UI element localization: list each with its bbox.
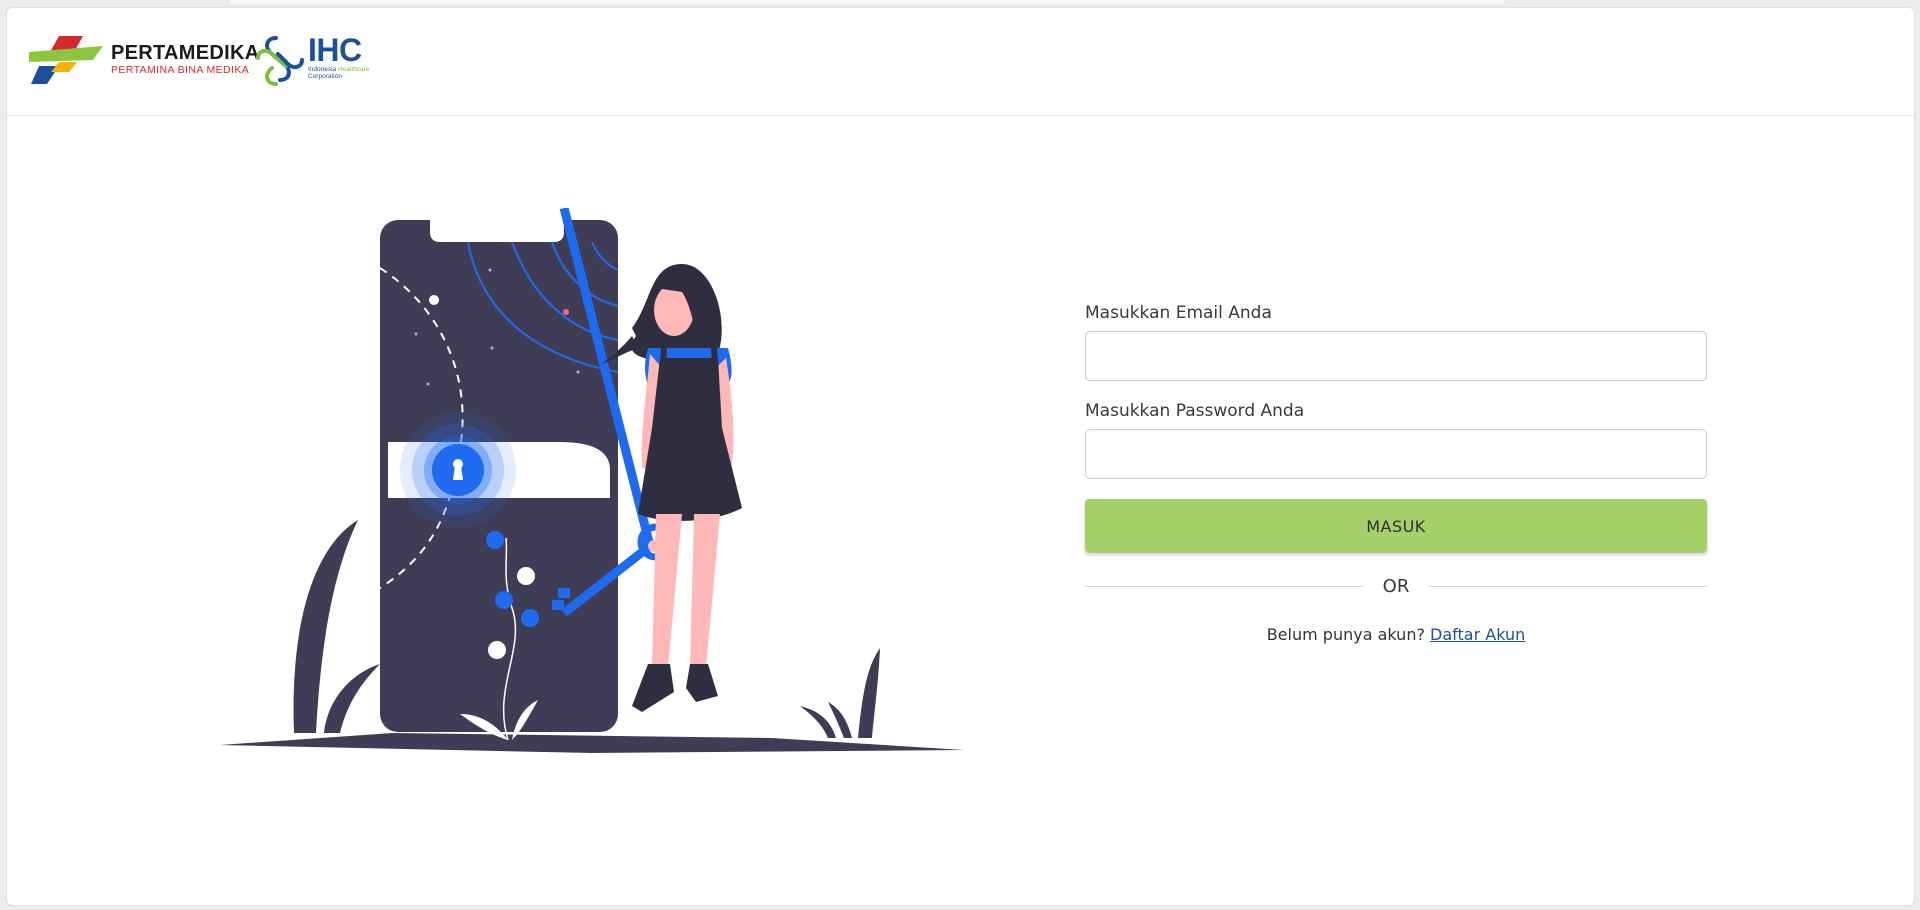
phone-notch: [430, 220, 564, 242]
register-link[interactable]: Daftar Akun: [1430, 625, 1525, 644]
browser-top-strip: [228, 0, 1506, 6]
password-label: Masukkan Password Anda: [1085, 401, 1305, 421]
ihc-name: IHC: [308, 32, 362, 68]
header: PERTAMEDIKA PERTAMINA BINA MEDIKA IHC In…: [7, 8, 1914, 116]
pertamedika-name: PERTAMEDIKA: [111, 42, 260, 64]
or-divider: OR: [1085, 575, 1707, 597]
divider-line-right: [1429, 585, 1707, 587]
pertamedika-logo-icon: [29, 36, 103, 84]
divider-line-left: [1085, 585, 1363, 587]
pertamedika-logo: PERTAMEDIKA PERTAMINA BINA MEDIKA: [29, 32, 260, 86]
login-button[interactable]: MASUK: [1085, 499, 1707, 553]
pertamedika-subtitle: PERTAMINA BINA MEDIKA: [111, 64, 250, 76]
login-form: Masukkan Email Anda Masukkan Password An…: [1085, 303, 1707, 644]
ihc-subtitle: Indonesia Healthcare Corporation: [308, 66, 388, 80]
ihc-sub-1: Indonesia: [308, 66, 337, 73]
email-field[interactable]: [1085, 331, 1707, 381]
password-field[interactable]: [1085, 429, 1707, 479]
ihc-sub-2: Healthcare: [338, 66, 370, 73]
or-label: OR: [1382, 575, 1410, 597]
ground-shape: [220, 733, 964, 753]
login-card: PERTAMEDIKA PERTAMINA BINA MEDIKA IHC In…: [6, 7, 1915, 906]
register-row: Belum punya akun? Daftar Akun: [1085, 625, 1707, 644]
ihc-logo: IHC Indonesia Healthcare Corporation: [254, 34, 388, 88]
password-group: Masukkan Password Anda: [1085, 401, 1707, 479]
ihc-logo-icon: [256, 36, 304, 86]
login-illustration: [220, 208, 964, 753]
email-label: Masukkan Email Anda: [1085, 303, 1272, 323]
ihc-sub-3: Corporation: [308, 73, 342, 80]
email-group: Masukkan Email Anda: [1085, 303, 1707, 381]
register-prompt: Belum punya akun?: [1266, 625, 1425, 644]
grass-left-small: [324, 664, 380, 733]
